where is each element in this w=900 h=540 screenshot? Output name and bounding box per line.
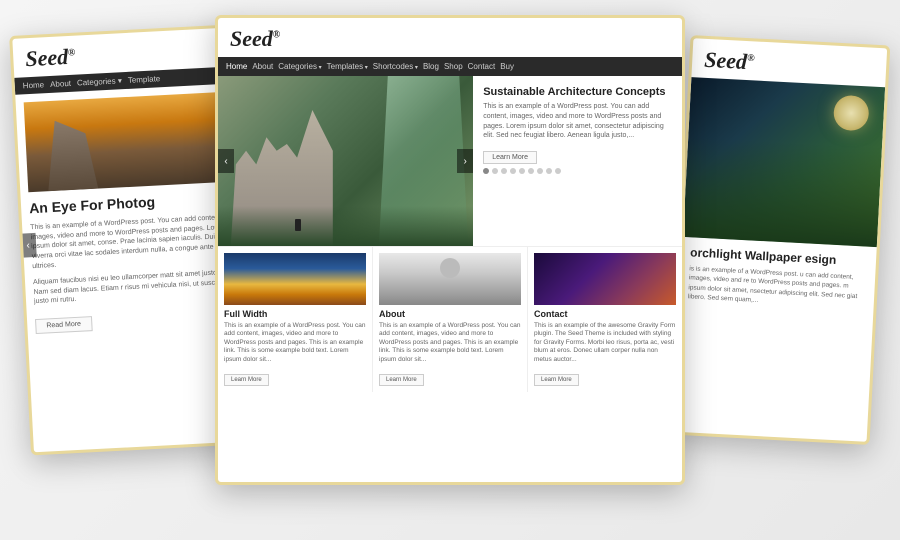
venice-image xyxy=(224,253,366,305)
grid-text-about: This is an example of a WordPress post. … xyxy=(379,322,521,364)
grid-title-about: About xyxy=(379,309,521,319)
left-post-title: An Eye For Photog xyxy=(29,190,228,217)
left-nav-about[interactable]: About xyxy=(50,79,71,89)
left-nav-home[interactable]: Home xyxy=(23,80,45,90)
grid-title-fullwidth: Full Width xyxy=(224,309,366,319)
center-browser-card: Seed® Home About Categories Templates Sh… xyxy=(215,15,685,485)
center-nav-about[interactable]: About xyxy=(252,62,273,71)
grid-learn-more-fullwidth[interactable]: Learn More xyxy=(224,374,269,386)
left-post-text2: Aliquam faucibus nisi eu leo ullamcorper… xyxy=(33,268,232,308)
dot-8[interactable] xyxy=(546,168,552,174)
grid-learn-more-about[interactable]: Learn More xyxy=(379,374,424,386)
left-read-more-button[interactable]: Read More xyxy=(35,316,92,334)
dot-3[interactable] xyxy=(501,168,507,174)
tree-shape xyxy=(683,137,882,247)
right-card-body: orchlight Wallpaper esign is is an examp… xyxy=(679,237,876,319)
right-fantasy-image xyxy=(683,77,885,247)
dot-9[interactable] xyxy=(555,168,561,174)
center-nav-shortcodes[interactable]: Shortcodes xyxy=(373,62,418,71)
center-nav-home[interactable]: Home xyxy=(226,62,247,71)
hero-slider-arrow-left[interactable]: ‹ xyxy=(218,149,234,173)
center-hero-text-panel: Sustainable Architecture Concepts This i… xyxy=(473,76,682,246)
right-browser-card: Seed® orchlight Wallpaper esign is is an… xyxy=(670,35,891,445)
portrait-face-shape xyxy=(440,258,460,278)
center-nav-shop[interactable]: Shop xyxy=(444,62,463,71)
left-nav-templates[interactable]: Template xyxy=(128,74,161,85)
dot-7[interactable] xyxy=(537,168,543,174)
left-nav-categories[interactable]: Categories ▾ xyxy=(77,76,122,87)
left-slider-arrow[interactable]: ‹ xyxy=(20,233,37,258)
hero-tree-line xyxy=(218,206,473,246)
grid-text-fullwidth: This is an example of a WordPress post. … xyxy=(224,322,366,364)
hero-slider-dots xyxy=(483,168,672,174)
center-nav-bar: Home About Categories Templates Shortcod… xyxy=(218,57,682,76)
center-nav-blog[interactable]: Blog xyxy=(423,62,439,71)
dot-5[interactable] xyxy=(519,168,525,174)
grid-item-fullwidth: Full Width This is an example of a WordP… xyxy=(218,247,373,392)
center-nav-templates[interactable]: Templates xyxy=(327,62,368,71)
portrait-image xyxy=(379,253,521,305)
center-nav-buy[interactable]: Buy xyxy=(500,62,514,71)
grid-title-contact: Contact xyxy=(534,309,676,319)
center-nav-categories[interactable]: Categories xyxy=(278,62,321,71)
concert-image xyxy=(534,253,676,305)
left-card-body: An Eye For Photog This is an example of … xyxy=(15,84,242,343)
dot-2[interactable] xyxy=(492,168,498,174)
grid-item-contact: Contact This is an example of the awesom… xyxy=(528,247,682,392)
hero-post-description: This is an example of a WordPress post. … xyxy=(483,102,672,141)
cliff-rock-shape xyxy=(45,119,99,192)
center-hero: ‹ › Sustainable Architecture Concepts Th… xyxy=(218,76,682,246)
left-post-text1: This is an example of a WordPress post. … xyxy=(30,213,230,272)
moon-shape xyxy=(833,95,870,132)
grid-thumb-concert xyxy=(534,253,676,305)
right-post-text: is is an example of a WordPress post. u … xyxy=(688,265,868,311)
dot-4[interactable] xyxy=(510,168,516,174)
grid-learn-more-contact[interactable]: Learn More xyxy=(534,374,579,386)
hero-slider-arrow-right[interactable]: › xyxy=(457,149,473,173)
cliff-image xyxy=(24,92,226,192)
grid-thumb-portrait xyxy=(379,253,521,305)
grid-text-contact: This is an example of the awesome Gravit… xyxy=(534,322,676,364)
center-grid: Full Width This is an example of a WordP… xyxy=(218,246,682,392)
dot-6[interactable] xyxy=(528,168,534,174)
center-nav-contact[interactable]: Contact xyxy=(468,62,496,71)
dot-1[interactable] xyxy=(483,168,489,174)
sitting-figure-shape xyxy=(295,219,301,231)
grid-item-about: About This is an example of a WordPress … xyxy=(373,247,528,392)
hero-post-title: Sustainable Architecture Concepts xyxy=(483,86,672,98)
center-hero-image: ‹ › xyxy=(218,76,473,246)
center-logo: Seed® xyxy=(218,18,682,57)
hero-learn-more-button[interactable]: Learn More xyxy=(483,151,537,164)
grid-thumb-venice xyxy=(224,253,366,305)
